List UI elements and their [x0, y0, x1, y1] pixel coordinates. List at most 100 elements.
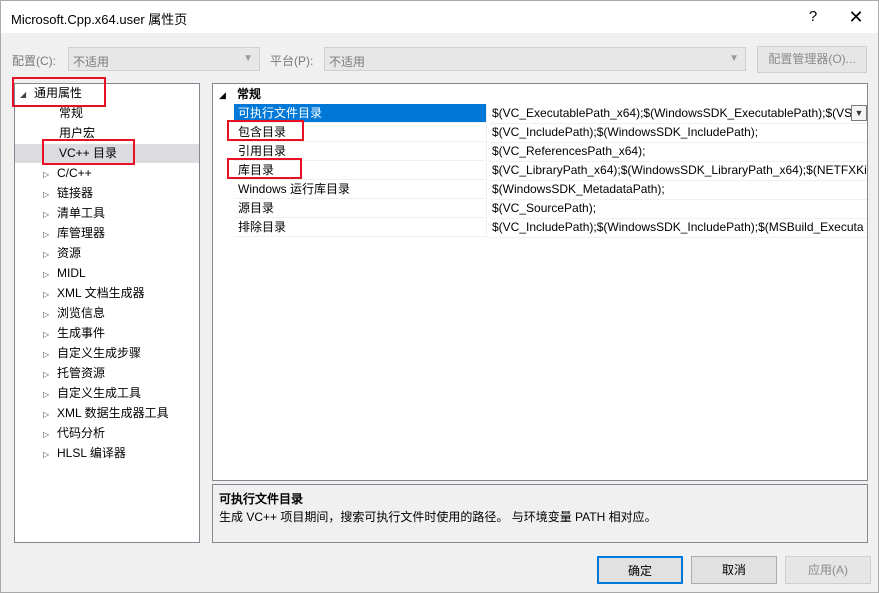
tree-item-label: MIDL: [57, 266, 86, 280]
tree-item[interactable]: ▷ 自定义生成步骤: [43, 344, 141, 363]
expand-triangle-icon[interactable]: ▷: [43, 205, 57, 224]
chevron-down-icon: ▼: [243, 53, 253, 64]
platform-combo[interactable]: 不适用 ▼: [324, 47, 746, 71]
tree-item-label: VC++ 目录: [59, 146, 118, 160]
apply-button[interactable]: 应用(A): [785, 556, 871, 584]
tree-item[interactable]: ▷ HLSL 编译器: [43, 444, 126, 463]
config-manager-button[interactable]: 配置管理器(O)...: [757, 46, 867, 73]
expand-triangle-icon[interactable]: ▷: [43, 265, 57, 284]
tree-item-label: 自定义生成工具: [57, 386, 142, 400]
tree-item-label: C/C++: [57, 166, 92, 180]
tree-item[interactable]: ▷ 资源: [43, 244, 81, 263]
collapse-triangle-icon[interactable]: ◢: [219, 86, 237, 104]
tree-item[interactable]: ▷ 自定义生成工具: [43, 384, 141, 403]
tree-item-label: XML 文档生成器: [57, 286, 145, 300]
tree-item-label: 库管理器: [57, 226, 106, 240]
property-value[interactable]: $(VC_IncludePath);$(WindowsSDK_IncludePa…: [490, 123, 867, 143]
expand-triangle-icon[interactable]: ▷: [43, 445, 57, 464]
property-name[interactable]: 包含目录: [234, 123, 487, 142]
property-value[interactable]: $(VC_IncludePath);$(WindowsSDK_IncludePa…: [490, 218, 867, 238]
config-label: 配置(C):: [12, 54, 56, 68]
expand-triangle-icon[interactable]: ▷: [43, 185, 57, 204]
expand-triangle-icon[interactable]: ▷: [43, 345, 57, 364]
value-dropdown-button[interactable]: ▼: [851, 105, 867, 121]
tree-item-label: 清单工具: [57, 206, 106, 220]
tree-item[interactable]: ▷ 托管资源: [43, 364, 105, 383]
tree-item-label: XML 数据生成器工具: [57, 406, 169, 420]
tree-item[interactable]: VC++ 目录: [15, 144, 199, 163]
tree-item[interactable]: 用户宏: [59, 124, 95, 143]
property-value[interactable]: $(WindowsSDK_MetadataPath);: [490, 180, 867, 200]
title-bar: Microsoft.Cpp.x64.user 属性页 ? ✕: [1, 1, 878, 33]
tree-item[interactable]: ▷ 库管理器: [43, 224, 105, 243]
tree-item-label: 资源: [57, 246, 82, 260]
property-name[interactable]: 排除目录: [234, 218, 487, 237]
property-row[interactable]: 源目录 $(VC_SourcePath);: [234, 199, 867, 219]
property-name[interactable]: 源目录: [234, 199, 487, 218]
config-value: 不适用: [73, 55, 110, 69]
tree-root-common-properties[interactable]: ◢ 通用属性: [20, 84, 82, 103]
tree-root-label: 通用属性: [34, 86, 83, 100]
expand-triangle-icon[interactable]: ▷: [43, 245, 57, 264]
tree-item-label: 托管资源: [57, 366, 106, 380]
property-row[interactable]: 可执行文件目录 $(VC_ExecutablePath_x64);$(Window…: [234, 104, 867, 124]
property-grid: ◢ 常规 可执行文件目录 $(VC_ExecutablePath_x64);$(Wi…: [212, 83, 868, 481]
tree-item-label: 浏览信息: [57, 306, 106, 320]
grid-category-label: 常规: [237, 87, 262, 101]
expand-triangle-icon[interactable]: ▷: [43, 325, 57, 344]
expand-triangle-icon[interactable]: ▷: [43, 305, 57, 324]
window-title: Microsoft.Cpp.x64.user 属性页: [11, 12, 188, 27]
collapse-triangle-icon[interactable]: ◢: [20, 85, 34, 104]
tree-item[interactable]: ▷ 链接器: [43, 184, 93, 203]
tree-item[interactable]: ▷ 浏览信息: [43, 304, 105, 323]
description-text: 生成 VC++ 项目期间，搜索可执行文件时使用的路径。 与环境变量 PATH 相…: [219, 510, 657, 524]
property-value[interactable]: $(VC_LibraryPath_x64);$(WindowsSDK_Libra…: [490, 161, 867, 181]
config-combo[interactable]: 不适用 ▼: [68, 47, 260, 71]
grid-category[interactable]: ◢ 常规: [219, 85, 261, 103]
property-name[interactable]: 库目录: [234, 161, 487, 180]
property-value[interactable]: $(VC_ReferencesPath_x64);: [490, 142, 867, 162]
expand-triangle-icon[interactable]: ▷: [43, 425, 57, 444]
tree-item[interactable]: ▷ C/C++: [43, 164, 92, 183]
cancel-button[interactable]: 取消: [691, 556, 777, 584]
tree-item-label: 代码分析: [57, 426, 106, 440]
tree-item[interactable]: ▷ XML 文档生成器: [43, 284, 145, 303]
description-panel: 可执行文件目录 生成 VC++ 项目期间，搜索可执行文件时使用的路径。 与环境变…: [212, 484, 868, 543]
property-value[interactable]: $(VC_ExecutablePath_x64);$(WindowsSDK_Ex…: [490, 104, 867, 124]
expand-triangle-icon[interactable]: ▷: [43, 165, 57, 184]
description-title: 可执行文件目录: [219, 492, 304, 506]
tree-item[interactable]: ▷ 代码分析: [43, 424, 105, 443]
platform-label: 平台(P):: [270, 54, 314, 68]
property-row[interactable]: 库目录 $(VC_LibraryPath_x64);$(WindowsSDK_Li…: [234, 161, 867, 181]
property-name[interactable]: 引用目录: [234, 142, 487, 161]
expand-triangle-icon[interactable]: ▷: [43, 365, 57, 384]
property-pages-window: Microsoft.Cpp.x64.user 属性页 ? ✕ 配置(C): 不适…: [0, 0, 879, 593]
tree-item-label: HLSL 编译器: [57, 446, 126, 460]
tree-item-label: 生成事件: [57, 326, 106, 340]
tree-item-label: 常规: [59, 106, 84, 120]
close-button[interactable]: ✕: [839, 1, 873, 33]
tree-item[interactable]: ▷ 生成事件: [43, 324, 105, 343]
property-name[interactable]: Windows 运行库目录: [234, 180, 487, 199]
tree-item-label: 用户宏: [59, 126, 96, 140]
property-row[interactable]: 引用目录 $(VC_ReferencesPath_x64);: [234, 142, 867, 162]
tree-item[interactable]: 常规: [59, 104, 83, 123]
property-value[interactable]: $(VC_SourcePath);: [490, 199, 867, 219]
expand-triangle-icon[interactable]: ▷: [43, 385, 57, 404]
tree-item-label: 自定义生成步骤: [57, 346, 142, 360]
help-button[interactable]: ?: [796, 1, 830, 33]
chevron-down-icon: ▼: [729, 53, 739, 64]
property-row[interactable]: 排除目录 $(VC_IncludePath);$(WindowsSDK_Inclu…: [234, 218, 867, 238]
tree-item[interactable]: ▷ XML 数据生成器工具: [43, 404, 169, 423]
property-name[interactable]: 可执行文件目录: [234, 104, 487, 123]
tree-item[interactable]: ▷ MIDL: [43, 264, 86, 283]
ok-button[interactable]: 确定: [597, 556, 683, 584]
expand-triangle-icon[interactable]: ▷: [43, 225, 57, 244]
property-row[interactable]: Windows 运行库目录 $(WindowsSDK_MetadataPath);: [234, 180, 867, 200]
tree-item[interactable]: ▷ 清单工具: [43, 204, 105, 223]
expand-triangle-icon[interactable]: ▷: [43, 405, 57, 424]
tree-item-label: 链接器: [57, 186, 94, 200]
property-row[interactable]: 包含目录 $(VC_IncludePath);$(WindowsSDK_Inclu…: [234, 123, 867, 143]
platform-value: 不适用: [329, 55, 366, 69]
expand-triangle-icon[interactable]: ▷: [43, 285, 57, 304]
